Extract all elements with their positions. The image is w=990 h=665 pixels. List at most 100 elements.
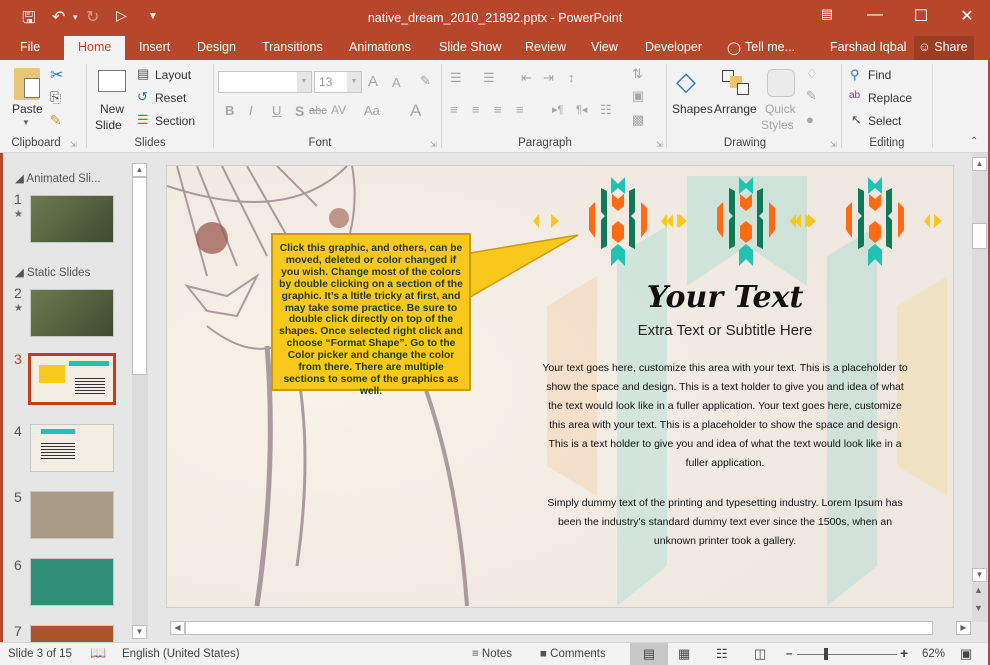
scroll-thumb[interactable] <box>972 223 987 249</box>
align-right-icon[interactable]: ≡ <box>494 102 502 117</box>
smartart-icon[interactable]: ▩ <box>632 112 644 128</box>
slide-thumbnail-6[interactable] <box>30 558 114 606</box>
drawing-launcher-icon[interactable]: ⇲ <box>830 140 837 149</box>
slide-thumbnail-1[interactable] <box>30 195 114 243</box>
slide-thumbnail-5[interactable] <box>30 491 114 539</box>
numbering-icon[interactable]: ☰ <box>483 70 495 86</box>
quick-styles-dropdown[interactable]: Styles <box>761 118 794 132</box>
spell-check-icon[interactable]: 📖 <box>90 645 106 661</box>
tab-developer[interactable]: Developer <box>645 40 702 54</box>
rtl-icon[interactable]: ¶◂ <box>576 103 587 116</box>
maximize-icon[interactable]: ☐ <box>906 6 936 26</box>
zoom-level[interactable]: 62% <box>922 648 945 660</box>
slide-thumbnail-4[interactable] <box>30 424 114 472</box>
zoom-slider-track[interactable] <box>797 654 897 655</box>
tab-transitions[interactable]: Transitions <box>262 40 323 54</box>
shapes-icon[interactable]: ◇ <box>676 66 696 97</box>
underline-button[interactable]: U <box>272 103 281 118</box>
tab-home[interactable]: Home <box>64 36 126 60</box>
slide-title[interactable]: Your Text <box>560 280 890 315</box>
strikethrough-button[interactable]: abc <box>309 105 327 117</box>
character-spacing-button[interactable]: AV <box>331 103 346 117</box>
collapse-ribbon-icon[interactable]: ⌃ <box>970 136 978 147</box>
copy-icon[interactable]: ⎘ <box>50 89 61 106</box>
tell-me-box[interactable]: Tell me... <box>745 40 795 54</box>
notes-button[interactable]: ≡ Notes <box>472 648 512 660</box>
new-slide-icon[interactable] <box>98 70 126 92</box>
share-button[interactable]: ☺ Share <box>914 36 974 60</box>
slide-sorter-button[interactable]: ▦ <box>678 646 690 662</box>
normal-view-button[interactable]: ▤ <box>630 643 668 665</box>
section-header-static[interactable]: ◢ Static Slides <box>15 265 90 279</box>
change-case-button[interactable]: Aa <box>364 103 380 118</box>
zoom-in-button[interactable]: + <box>900 645 908 661</box>
tab-slide-show[interactable]: Slide Show <box>439 40 502 54</box>
tab-insert[interactable]: Insert <box>139 40 170 54</box>
line-spacing-icon[interactable]: ↕ <box>568 70 575 85</box>
paste-icon[interactable] <box>14 68 40 100</box>
scroll-thumb[interactable] <box>132 177 147 375</box>
paste-dropdown-icon[interactable]: ▼ <box>22 118 30 127</box>
slide-body-paragraph-2[interactable]: Simply dummy text of the printing and ty… <box>540 494 910 551</box>
paste-button[interactable]: Paste <box>12 102 43 116</box>
quick-styles-icon[interactable] <box>767 69 795 97</box>
paragraph-launcher-icon[interactable]: ⇲ <box>656 140 663 149</box>
slide-subtitle[interactable]: Extra Text or Subtitle Here <box>560 322 890 339</box>
fit-slide-button[interactable]: ▣ <box>960 646 972 662</box>
align-text-icon[interactable]: ▣ <box>632 88 644 104</box>
section-button[interactable]: Section <box>155 114 195 128</box>
language-indicator[interactable]: English (United States) <box>122 648 240 660</box>
zoom-out-button[interactable]: – <box>786 648 792 660</box>
font-launcher-icon[interactable]: ⇲ <box>430 140 437 149</box>
format-painter-icon[interactable]: ✎ <box>50 112 62 129</box>
justify-icon[interactable]: ≡ <box>516 102 524 117</box>
next-slide-icon[interactable]: ▼ <box>974 603 983 613</box>
ribbon-display-options-icon[interactable]: ▤ <box>812 6 842 22</box>
clear-formatting-icon[interactable]: ✎ <box>420 73 431 89</box>
scroll-right-button[interactable]: ▶ <box>956 621 971 635</box>
new-slide-dropdown[interactable]: Slide <box>95 118 122 132</box>
tab-design[interactable]: Design <box>197 40 236 54</box>
scroll-down-button[interactable]: ▼ <box>972 568 987 582</box>
shapes-button[interactable]: Shapes <box>672 102 713 116</box>
text-direction-icon[interactable]: ⇅ <box>632 66 643 82</box>
scroll-down-button[interactable]: ▼ <box>132 625 147 639</box>
slide-thumbnail-3[interactable] <box>28 353 116 405</box>
columns-icon[interactable]: ☷ <box>600 102 612 118</box>
font-color-button[interactable]: A <box>410 101 421 121</box>
shape-effects-icon[interactable]: ● <box>806 112 814 127</box>
shrink-font-button[interactable]: A <box>392 75 401 90</box>
align-center-icon[interactable]: ≡ <box>472 102 480 117</box>
slide-vertical-scrollbar[interactable]: ▲ ▼ ▲ ▼ <box>972 153 988 622</box>
layout-button[interactable]: Layout <box>155 68 191 82</box>
bold-button[interactable]: B <box>225 103 234 118</box>
tab-file[interactable]: File <box>20 40 40 54</box>
font-size-dropdown[interactable]: ▼ <box>347 72 361 92</box>
font-name-dropdown[interactable]: ▼ <box>297 72 311 92</box>
align-left-icon[interactable]: ≡ <box>450 102 458 117</box>
tab-animations[interactable]: Animations <box>349 40 411 54</box>
scroll-left-button[interactable]: ◀ <box>170 621 185 635</box>
instruction-callout[interactable]: Click this graphic, and others, can be m… <box>271 233 471 397</box>
scroll-up-button[interactable]: ▲ <box>972 157 987 171</box>
reading-view-button[interactable]: ☷ <box>716 646 728 662</box>
shape-outline-icon[interactable]: ✎ <box>806 88 817 104</box>
zoom-slider-thumb[interactable] <box>823 648 828 660</box>
quick-styles-button[interactable]: Quick <box>765 102 796 116</box>
decrease-indent-icon[interactable]: ⇤ <box>521 70 532 86</box>
cut-icon[interactable]: ✂ <box>50 65 63 85</box>
select-button[interactable]: Select <box>868 114 901 128</box>
scroll-up-button[interactable]: ▲ <box>132 163 147 177</box>
slide-thumbnail-2[interactable] <box>30 289 114 337</box>
thumbnail-scrollbar[interactable]: ▲ ▼ <box>132 163 148 639</box>
comments-button[interactable]: ■ Comments <box>540 648 606 660</box>
clipboard-launcher-icon[interactable]: ⇲ <box>70 140 77 149</box>
ltr-icon[interactable]: ▸¶ <box>552 103 563 116</box>
slide-body-paragraph-1[interactable]: Your text goes here, customize this area… <box>540 359 910 473</box>
reset-button[interactable]: Reset <box>155 91 186 105</box>
section-header-animated[interactable]: ◢ Animated Sli... <box>15 171 101 185</box>
scroll-thumb[interactable] <box>185 621 933 635</box>
slide-show-button[interactable]: ◫ <box>754 646 766 662</box>
replace-button[interactable]: Replace <box>868 91 912 105</box>
previous-slide-icon[interactable]: ▲ <box>974 585 983 595</box>
